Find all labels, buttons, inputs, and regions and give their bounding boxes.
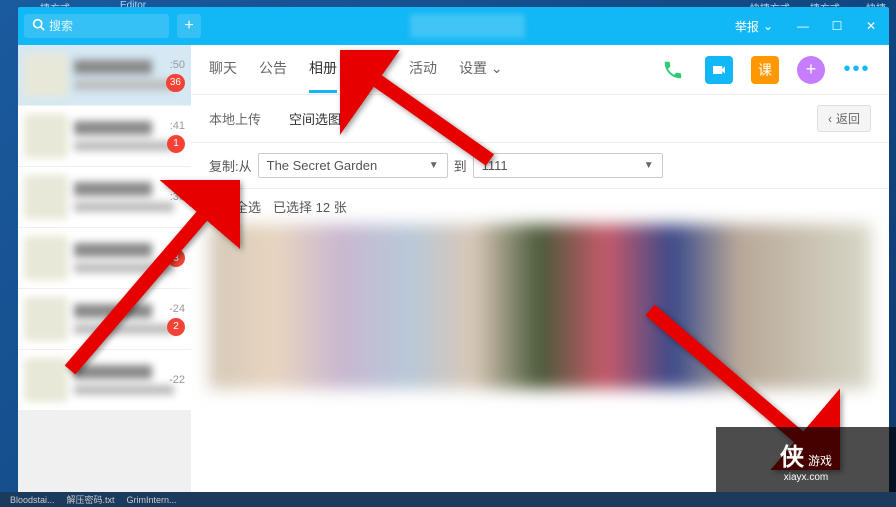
app-body: :5036 :411 :36 3 -242 — [18, 45, 889, 492]
taskbar-item[interactable]: Bloodstai... — [10, 495, 55, 505]
group-name-blurred — [410, 14, 525, 38]
to-label: 到 — [454, 156, 467, 175]
chat-time: -22 — [169, 374, 185, 386]
main-panel: 聊天 公告 相册 文件 活动 设置 ⌄ 课 + ••• — [191, 45, 889, 492]
chat-item[interactable]: -242 — [18, 289, 191, 349]
report-dropdown[interactable]: 举报 ⌄ — [735, 18, 773, 35]
source-album-dropdown[interactable]: The Secret Garden ▼ — [258, 153, 448, 178]
unread-badge: 36 — [166, 74, 185, 92]
search-box[interactable] — [24, 14, 169, 38]
upload-subtabs-row: 本地上传 空间选图 ‹ 返回 — [191, 95, 889, 143]
minimize-button[interactable]: — — [791, 14, 815, 38]
chat-time: :50 — [170, 59, 185, 71]
unread-badge: 1 — [167, 135, 185, 153]
app-window: + 举报 ⌄ — ☐ ✕ :5036 :411 — [18, 7, 889, 492]
watermark: 侠 游戏 xiayx.com — [716, 427, 896, 492]
dest-album-dropdown[interactable]: 1111 ▼ — [473, 153, 663, 178]
tab-chat[interactable]: 聊天 — [209, 46, 237, 93]
video-icon[interactable] — [705, 56, 733, 84]
chevron-down-icon: ▼ — [644, 160, 654, 171]
avatar — [24, 236, 68, 280]
avatar — [24, 53, 68, 97]
source-value: The Secret Garden — [267, 158, 378, 173]
select-all-label: 全选 — [235, 197, 261, 216]
call-icon[interactable] — [659, 56, 687, 84]
back-button[interactable]: ‹ 返回 — [817, 105, 871, 132]
avatar — [24, 114, 68, 158]
unread-badge: 3 — [167, 249, 185, 267]
dest-value: 1111 — [482, 158, 508, 173]
tab-announcement[interactable]: 公告 — [259, 46, 287, 93]
watermark-url: xiayx.com — [784, 472, 828, 483]
upload-subtabs: 本地上传 空间选图 — [209, 109, 341, 128]
copy-source-row: 复制:从 The Secret Garden ▼ 到 1111 ▼ — [191, 143, 889, 188]
chat-item[interactable]: :5036 — [18, 45, 191, 105]
unread-badge: 2 — [167, 318, 185, 336]
selection-row: ✓ 全选 已选择 12 张 — [191, 188, 889, 224]
watermark-logo: 侠 — [780, 437, 804, 472]
app-titlebar: + 举报 ⌄ — ☐ ✕ — [18, 7, 889, 45]
chevron-down-icon: ⌄ — [491, 60, 503, 76]
search-icon — [32, 18, 45, 34]
window-controls: 举报 ⌄ — ☐ ✕ — [735, 14, 883, 38]
avatar — [24, 297, 68, 341]
chevron-down-icon: ▼ — [429, 160, 439, 171]
chat-item[interactable]: :411 — [18, 106, 191, 166]
avatar — [24, 358, 68, 402]
chat-time: -24 — [169, 303, 185, 315]
chat-item[interactable]: :36 — [18, 167, 191, 227]
window-title-area — [201, 14, 735, 38]
close-button[interactable]: ✕ — [859, 14, 883, 38]
subtab-local-upload[interactable]: 本地上传 — [209, 109, 261, 128]
new-chat-button[interactable]: + — [177, 14, 201, 38]
tab-album[interactable]: 相册 — [309, 46, 337, 93]
chat-list-sidebar: :5036 :411 :36 3 -242 — [18, 45, 191, 492]
add-icon[interactable]: + — [797, 56, 825, 84]
subtab-space-select[interactable]: 空间选图 — [289, 109, 341, 128]
copy-from-label: 复制:从 — [209, 156, 252, 175]
main-header: 聊天 公告 相册 文件 活动 设置 ⌄ 课 + ••• — [191, 45, 889, 95]
tab-activity[interactable]: 活动 — [409, 46, 437, 93]
chat-meta — [74, 182, 185, 212]
chat-time: :36 — [170, 191, 185, 203]
back-label: 返回 — [836, 110, 860, 127]
chat-item[interactable]: -22 — [18, 350, 191, 410]
search-input[interactable] — [49, 19, 161, 33]
selected-count-label: 已选择 12 张 — [273, 197, 347, 216]
tab-files[interactable]: 文件 — [359, 46, 387, 93]
watermark-text: 游戏 — [808, 452, 832, 469]
chat-item[interactable]: 3 — [18, 228, 191, 288]
taskbar-item[interactable]: 解压密码.txt — [67, 493, 115, 506]
avatar — [24, 175, 68, 219]
tab-settings[interactable]: 设置 ⌄ — [459, 46, 503, 93]
taskbar-item[interactable]: GrimIntern... — [127, 495, 177, 505]
chevron-down-icon: ⌄ — [763, 19, 773, 33]
more-icon[interactable]: ••• — [843, 56, 871, 84]
class-icon[interactable]: 课 — [751, 56, 779, 84]
main-tabs: 聊天 公告 相册 文件 活动 设置 ⌄ — [209, 46, 503, 93]
chevron-left-icon: ‹ — [828, 112, 832, 126]
taskbar: Bloodstai... 解压密码.txt GrimIntern... — [0, 492, 896, 507]
report-label: 举报 — [735, 18, 759, 35]
header-action-icons: 课 + ••• — [659, 56, 871, 84]
image-thumbnails-grid[interactable] — [209, 224, 871, 389]
select-all-checkbox[interactable]: ✓ — [209, 200, 223, 214]
chat-time: :41 — [170, 120, 185, 132]
maximize-button[interactable]: ☐ — [825, 14, 849, 38]
